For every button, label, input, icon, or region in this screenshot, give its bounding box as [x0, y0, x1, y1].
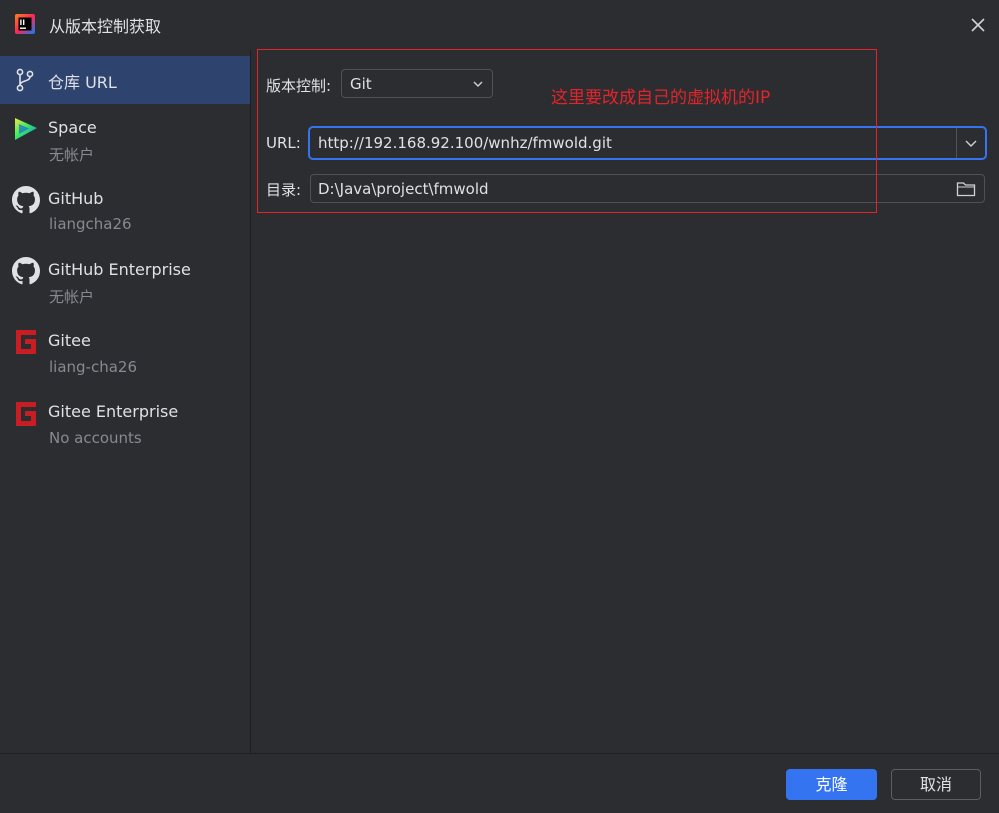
- sidebar-item-label: Gitee Enterprise: [48, 402, 179, 421]
- clone-button[interactable]: 克隆: [786, 769, 877, 800]
- sidebar-item-gitee[interactable]: Gitee liang-cha26: [0, 322, 250, 388]
- annotation-text: 这里要改成自己的虚拟机的IP: [551, 88, 771, 108]
- sidebar-item-label: 仓库 URL: [48, 73, 117, 92]
- sidebar-item-label: Gitee: [48, 331, 91, 350]
- sidebar-item-github[interactable]: GitHub liangcha26: [0, 180, 250, 246]
- sidebar-item-account: liangcha26: [49, 215, 132, 233]
- gitee-icon: [16, 330, 36, 354]
- sidebar-item-repository-url[interactable]: 仓库 URL: [0, 56, 250, 104]
- cancel-button[interactable]: 取消: [891, 769, 981, 800]
- dialog-footer: 克隆 取消: [0, 753, 999, 813]
- close-icon[interactable]: [966, 13, 990, 37]
- gitee-icon: [16, 402, 36, 426]
- intellij-logo-icon: [15, 14, 35, 34]
- folder-icon[interactable]: [956, 180, 976, 198]
- sidebar-item-label: Space: [48, 118, 97, 137]
- sidebar-item-space[interactable]: Space 无帐户: [0, 110, 250, 174]
- sidebar-item-account: No accounts: [49, 429, 142, 447]
- github-icon: [12, 186, 40, 214]
- git-branch-icon: [16, 68, 34, 92]
- sidebar-item-label: GitHub Enterprise: [48, 260, 191, 279]
- window-title: 从版本控制获取: [49, 17, 162, 36]
- github-icon: [12, 257, 40, 285]
- sidebar-item-github-enterprise[interactable]: GitHub Enterprise 无帐户: [0, 251, 250, 317]
- chevron-down-icon[interactable]: [957, 128, 985, 158]
- sidebar-item-label: GitHub: [48, 189, 104, 208]
- sidebar-item-account: 无帐户: [49, 288, 95, 306]
- sidebar-item-account: 无帐户: [49, 146, 95, 164]
- title-bar: 从版本控制获取: [0, 0, 999, 48]
- sidebar-item-account: liang-cha26: [49, 358, 138, 376]
- annotation-box: [257, 49, 877, 213]
- sidebar: 仓库 URL Space 无帐户 GitHub liangcha26 GitHu…: [0, 50, 251, 753]
- sidebar-item-gitee-enterprise[interactable]: Gitee Enterprise No accounts: [0, 394, 250, 460]
- space-icon: [15, 118, 37, 140]
